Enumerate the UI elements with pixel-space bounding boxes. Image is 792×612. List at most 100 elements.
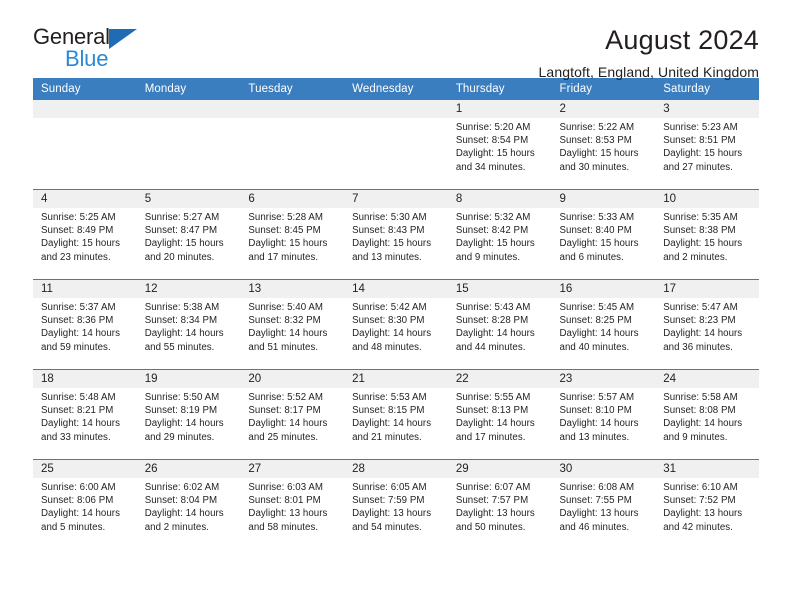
calendar-day-cell[interactable]: 7 Sunrise: 5:30 AM Sunset: 8:43 PM Daylight… (344, 189, 448, 280)
calendar-day-cell[interactable]: 20 Sunrise: 5:52 AM Sunset: 8:17 PM Dayligh… (240, 369, 345, 460)
sunrise-time: Sunrise: 5:23 AM (663, 122, 738, 133)
calendar-day-cell[interactable]: 17 Sunrise: 5:47 AM Sunset: 8:23 PM Dayligh… (655, 279, 759, 370)
daylight-duration-line1: Daylight: 14 hours (352, 328, 432, 340)
calendar-day-cell[interactable]: 3 Sunrise: 5:23 AM Sunset: 8:51 PM Daylight… (655, 100, 759, 190)
day-number: 3 (655, 100, 759, 118)
calendar-day-cell[interactable]: 1 Sunrise: 5:20 AM Sunset: 8:54 PM Daylight… (447, 100, 552, 190)
daylight-duration-line2: and 30 minutes. (559, 161, 630, 173)
calendar-day-cell[interactable]: 2 Sunrise: 5:22 AM Sunset: 8:53 PM Daylight… (551, 100, 656, 190)
calendar-day-cell[interactable]: 21 Sunrise: 5:53 AM Sunset: 8:15 PM Dayligh… (344, 369, 448, 460)
calendar-day-cell[interactable]: 18 Sunrise: 5:48 AM Sunset: 8:21 PM Dayligh… (33, 369, 137, 460)
sunrise-time: Sunrise: 5:40 AM (248, 302, 323, 313)
day-number: 26 (136, 460, 241, 478)
day-number (33, 100, 137, 118)
day-number: 17 (655, 280, 759, 298)
calendar-week-row: 25 Sunrise: 6:00 AM Sunset: 8:06 PM Dayligh… (33, 459, 759, 549)
sunrise-time: Sunrise: 5:28 AM (248, 212, 323, 223)
day-number: 10 (655, 190, 759, 208)
title-block: August 2024 Langtoft, England, United Ki… (539, 26, 759, 81)
calendar-day-cell[interactable]: 26 Sunrise: 6:02 AM Sunset: 8:04 PM Dayligh… (136, 459, 241, 549)
day-number: 2 (551, 100, 656, 118)
calendar-day-cell[interactable]: 31 Sunrise: 6:10 AM Sunset: 7:52 PM Dayligh… (655, 459, 759, 549)
day-details: Sunrise: 5:30 AM Sunset: 8:43 PM Daylight:… (344, 208, 448, 264)
sunset-time: Sunset: 8:25 PM (559, 315, 632, 327)
daylight-duration-line2: and 21 minutes. (352, 431, 422, 443)
daylight-duration-line2: and 20 minutes. (144, 251, 215, 263)
sunset-time: Sunset: 8:32 PM (248, 315, 321, 327)
daylight-duration-line2: and 42 minutes. (663, 521, 733, 533)
day-details: Sunrise: 5:57 AM Sunset: 8:10 PM Daylight:… (552, 388, 656, 444)
calendar-day-cell[interactable]: 11 Sunrise: 5:37 AM Sunset: 8:36 PM Dayligh… (33, 279, 137, 370)
sunrise-time: Sunrise: 5:42 AM (352, 302, 427, 313)
daylight-duration-line2: and 2 minutes. (144, 521, 209, 533)
day-details: Sunrise: 5:45 AM Sunset: 8:25 PM Daylight:… (552, 298, 656, 354)
calendar-day-cell[interactable]: 24 Sunrise: 5:58 AM Sunset: 8:08 PM Dayligh… (655, 369, 759, 460)
calendar-day-cell[interactable]: 30 Sunrise: 6:08 AM Sunset: 7:55 PM Dayligh… (551, 459, 656, 549)
day-number: 18 (33, 370, 137, 388)
daylight-duration-line2: and 17 minutes. (248, 251, 319, 263)
day-details: Sunrise: 5:20 AM Sunset: 8:54 PM Daylight:… (448, 118, 552, 174)
day-details: Sunrise: 5:28 AM Sunset: 8:45 PM Daylight:… (240, 208, 344, 264)
daylight-duration-line1: Daylight: 14 hours (144, 508, 224, 520)
day-number: 31 (655, 460, 759, 478)
logo-triangle-icon (109, 29, 137, 49)
calendar-day-cell[interactable]: 22 Sunrise: 5:55 AM Sunset: 8:13 PM Dayligh… (447, 369, 552, 460)
day-details: Sunrise: 5:53 AM Sunset: 8:15 PM Daylight:… (344, 388, 448, 444)
sunrise-time: Sunrise: 5:32 AM (455, 212, 531, 223)
calendar-day-cell[interactable]: 16 Sunrise: 5:45 AM Sunset: 8:25 PM Dayligh… (551, 279, 656, 370)
sunrise-time: Sunrise: 6:00 AM (41, 482, 116, 493)
daylight-duration-line2: and 6 minutes. (559, 251, 624, 263)
calendar-day-cell[interactable]: 8 Sunrise: 5:32 AM Sunset: 8:42 PM Daylight… (447, 189, 552, 280)
sunrise-time: Sunrise: 5:33 AM (559, 212, 635, 223)
day-details: Sunrise: 5:38 AM Sunset: 8:34 PM Daylight:… (137, 298, 241, 354)
calendar-day-cell[interactable]: 27 Sunrise: 6:03 AM Sunset: 8:01 PM Dayligh… (240, 459, 345, 549)
calendar-day-cell[interactable]: 23 Sunrise: 5:57 AM Sunset: 8:10 PM Dayligh… (551, 369, 656, 460)
sunrise-time: Sunrise: 5:57 AM (559, 392, 635, 403)
day-number: 22 (447, 370, 552, 388)
general-blue-logo[interactable]: General Blue (33, 26, 143, 72)
calendar-day-cell[interactable]: 19 Sunrise: 5:50 AM Sunset: 8:19 PM Dayligh… (136, 369, 241, 460)
sunset-time: Sunset: 8:04 PM (144, 495, 218, 507)
calendar-day-cell[interactable]: 29 Sunrise: 6:07 AM Sunset: 7:57 PM Dayligh… (447, 459, 552, 549)
sunset-time: Sunset: 8:10 PM (559, 405, 632, 417)
sunrise-time: Sunrise: 5:50 AM (144, 392, 220, 403)
calendar-day-cell[interactable]: 10 Sunrise: 5:35 AM Sunset: 8:38 PM Dayligh… (655, 189, 759, 280)
day-number: 28 (344, 460, 448, 478)
daylight-duration-line1: Daylight: 15 hours (41, 238, 120, 250)
day-details: Sunrise: 5:48 AM Sunset: 8:21 PM Daylight:… (33, 388, 137, 444)
calendar-week-row: 4 Sunrise: 5:25 AM Sunset: 8:49 PM Daylight… (33, 189, 759, 280)
calendar-day-cell[interactable]: 4 Sunrise: 5:25 AM Sunset: 8:49 PM Daylight… (33, 189, 137, 280)
daylight-duration-line1: Daylight: 13 hours (248, 508, 328, 520)
day-number: 30 (551, 460, 656, 478)
calendar-day-cell[interactable]: 9 Sunrise: 5:33 AM Sunset: 8:40 PM Daylight… (551, 189, 656, 280)
calendar-day-cell[interactable]: 5 Sunrise: 5:27 AM Sunset: 8:47 PM Daylight… (136, 189, 241, 280)
daylight-duration-line2: and 9 minutes. (455, 251, 521, 263)
daylight-duration-line2: and 9 minutes. (663, 431, 728, 443)
day-number: 14 (344, 280, 448, 298)
sunset-time: Sunset: 7:57 PM (455, 495, 529, 507)
calendar-day-cell[interactable]: 25 Sunrise: 6:00 AM Sunset: 8:06 PM Dayligh… (33, 459, 137, 549)
day-details: Sunrise: 6:05 AM Sunset: 7:59 PM Daylight:… (344, 478, 448, 534)
daylight-duration-line1: Daylight: 15 hours (248, 238, 328, 250)
day-number: 4 (33, 190, 137, 208)
calendar-day-cell[interactable]: 13 Sunrise: 5:40 AM Sunset: 8:32 PM Dayligh… (240, 279, 345, 370)
daylight-duration-line1: Daylight: 14 hours (559, 328, 639, 340)
sunset-time: Sunset: 8:17 PM (248, 405, 321, 417)
daylight-duration-line2: and 33 minutes. (41, 431, 111, 443)
calendar-day-cell-empty (240, 100, 345, 190)
day-details: Sunrise: 5:47 AM Sunset: 8:23 PM Daylight:… (655, 298, 759, 354)
day-number (344, 100, 448, 118)
calendar-day-cell[interactable]: 15 Sunrise: 5:43 AM Sunset: 8:28 PM Dayligh… (447, 279, 552, 370)
weekday-header-monday: Monday (136, 78, 241, 100)
calendar-day-cell[interactable]: 14 Sunrise: 5:42 AM Sunset: 8:30 PM Dayligh… (344, 279, 448, 370)
calendar-day-cell[interactable]: 6 Sunrise: 5:28 AM Sunset: 8:45 PM Daylight… (240, 189, 345, 280)
calendar-week-row: 1 Sunrise: 5:20 AM Sunset: 8:54 PM Daylight… (33, 100, 759, 190)
sunrise-time: Sunrise: 5:48 AM (41, 392, 116, 403)
weekday-header-tuesday: Tuesday (240, 78, 345, 100)
calendar-day-cell[interactable]: 12 Sunrise: 5:38 AM Sunset: 8:34 PM Dayligh… (136, 279, 241, 370)
daylight-duration-line2: and 27 minutes. (663, 161, 733, 173)
daylight-duration-line1: Daylight: 13 hours (663, 508, 743, 520)
calendar-day-cell[interactable]: 28 Sunrise: 6:05 AM Sunset: 7:59 PM Dayligh… (344, 459, 448, 549)
sunset-time: Sunset: 8:01 PM (248, 495, 321, 507)
calendar-day-cell-empty (33, 100, 137, 190)
